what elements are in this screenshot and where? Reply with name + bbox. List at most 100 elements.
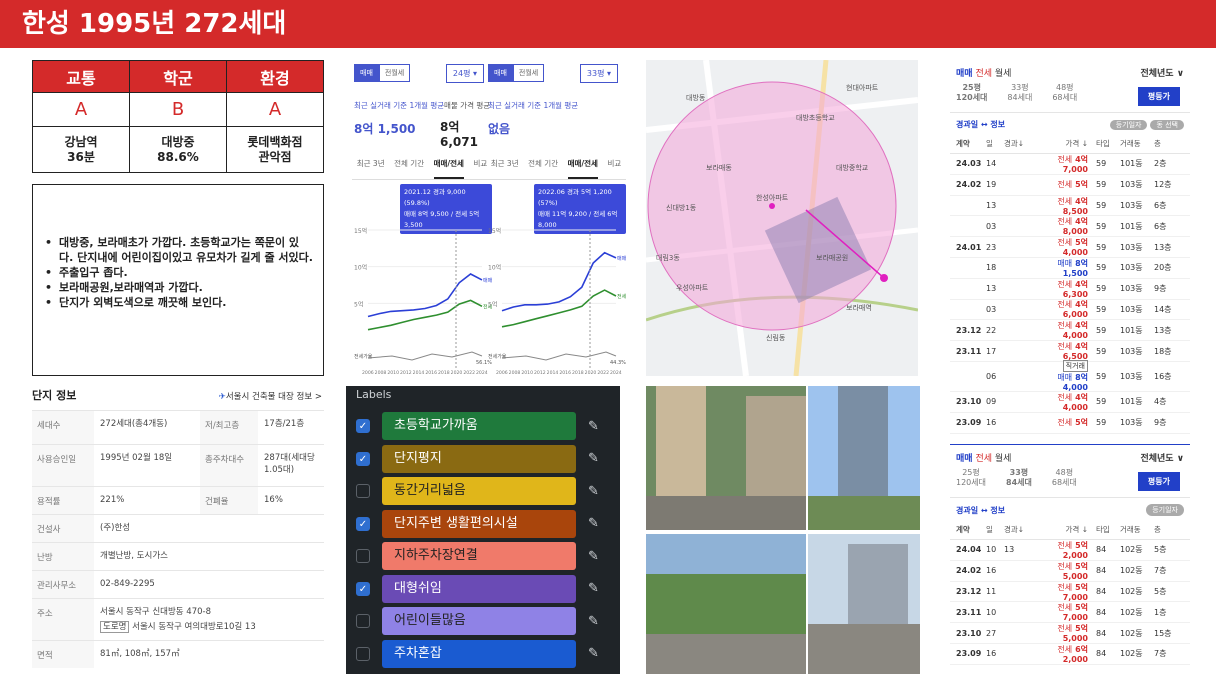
label-checkbox[interactable]: ✓ xyxy=(356,581,370,596)
label-checkbox[interactable] xyxy=(356,614,370,629)
table-row[interactable]: 03 전세 4억 6,000 59 103동 14층 xyxy=(950,300,1190,321)
tab-monthly[interactable]: 월세 xyxy=(995,69,1012,79)
edit-pencil-icon[interactable]: ✎ xyxy=(588,581,599,596)
col[interactable]: 일 xyxy=(986,138,1004,149)
year-select[interactable]: 전체년도 ∨ xyxy=(1140,66,1184,79)
label-checkbox[interactable]: ✓ xyxy=(356,451,370,466)
col[interactable]: 타입 xyxy=(1096,138,1120,149)
table-row[interactable]: 23.09 16 전세 5억 59 103동 9층 xyxy=(950,413,1190,434)
tab-monthly[interactable]: 월세 xyxy=(995,454,1012,464)
dong-select-pill[interactable]: 동 선택 xyxy=(1150,119,1184,130)
table-row[interactable]: 13 전세 4억 6,300 59 103동 9층 xyxy=(950,279,1190,300)
elapsed-toggle[interactable]: 경과일 ↔ 정보 xyxy=(956,119,1005,130)
table-row[interactable]: 24.02 16 전세 5억 5,000 84 102동 7층 xyxy=(950,561,1190,582)
map-place-label[interactable]: 대방초등학교 xyxy=(796,113,835,122)
label-checkbox[interactable]: ✓ xyxy=(356,516,370,531)
label-chip[interactable]: 초등학교가까움 xyxy=(382,412,576,441)
col[interactable]: 타입 xyxy=(1096,524,1120,535)
location-map[interactable]: 대방동 대방초등학교 대방중학교 신대방1동 보라매동 보라매공원 보라매역 신림동 한성아파트… xyxy=(646,60,918,376)
label-chip[interactable]: 어린이들많음 xyxy=(382,607,576,636)
size-tab[interactable]: 25평 120세대 xyxy=(956,83,997,103)
table-row[interactable]: 24.03 14 전세 4억 7,000 59 101동 2층 xyxy=(950,154,1190,175)
edit-pencil-icon[interactable]: ✎ xyxy=(588,549,599,564)
toggle-lease[interactable]: 전월세 xyxy=(378,64,411,82)
map-place-label[interactable]: 보라매공원 xyxy=(816,253,848,262)
edit-pencil-icon[interactable]: ✎ xyxy=(588,419,599,434)
col[interactable]: 가격 ↓ xyxy=(1032,138,1096,149)
elapsed-toggle[interactable]: 경과일 ↔ 정보 xyxy=(956,505,1005,516)
map-place-label[interactable]: 대방동 xyxy=(686,93,706,102)
building-register-link[interactable]: ✈서울시 건축물 대장 정보 > xyxy=(219,390,322,402)
table-row[interactable]: 13 전세 4억 8,500 59 103동 6층 xyxy=(950,196,1190,217)
label-chip[interactable]: 대형쉬임 xyxy=(382,574,576,603)
edit-pencil-icon[interactable]: ✎ xyxy=(588,614,599,629)
toggle-lease[interactable]: 전월세 xyxy=(512,64,545,82)
col[interactable]: 거래동 xyxy=(1120,524,1154,535)
table-row[interactable]: 23.10 09 전세 4억 4,000 59 101동 4층 xyxy=(950,392,1190,413)
map-place-label[interactable]: 대림3동 xyxy=(656,254,680,262)
edit-pencil-icon[interactable]: ✎ xyxy=(588,646,599,661)
table-row[interactable]: 18 매매 8억 1,500 59 103동 20층 xyxy=(950,258,1190,279)
col[interactable]: 일 xyxy=(986,524,1004,535)
tab[interactable]: 최근 3년 xyxy=(491,158,519,179)
col[interactable]: 가격 ↓ xyxy=(1032,524,1096,535)
map-place-label[interactable]: 대방중학교 xyxy=(836,163,869,172)
map-place-label[interactable]: 보라매동 xyxy=(706,163,732,172)
table-row[interactable]: 24.02 19 전세 5억 59 103동 12층 xyxy=(950,175,1190,196)
label-chip[interactable]: 동간거리넓음 xyxy=(382,477,576,506)
edit-pencil-icon[interactable]: ✎ xyxy=(588,484,599,499)
size-tab[interactable]: 33평 84세대 xyxy=(1006,468,1042,488)
col[interactable]: 경과↓ xyxy=(1004,524,1032,535)
year-select[interactable]: 전체년도 ∨ xyxy=(1140,451,1184,464)
tab[interactable]: 매매/전세 xyxy=(567,158,598,179)
tab-lease[interactable]: 전세 xyxy=(975,69,992,79)
label-checkbox[interactable] xyxy=(356,549,370,564)
col[interactable]: 계약 xyxy=(956,138,986,149)
table-row[interactable]: 06 직거래 매매 8억 4,000 59 103동 16층 xyxy=(950,360,1190,392)
tab[interactable]: 전체 기간 xyxy=(394,158,424,179)
table-row[interactable]: 23.09 16 전세 6억 2,000 84 102동 7층 xyxy=(950,644,1190,665)
toggle-sale[interactable]: 매매 xyxy=(488,64,513,82)
size-tab[interactable]: 25평 120세대 xyxy=(956,468,996,488)
table-row[interactable]: 23.10 27 전세 5억 5,000 84 102동 15층 xyxy=(950,623,1190,644)
size-tab[interactable]: 33평 84세대 xyxy=(1007,83,1042,103)
toggle-sale[interactable]: 매매 xyxy=(354,64,379,82)
table-row[interactable]: 24.04 10 13 전세 5억 2,000 84 102동 5층 xyxy=(950,540,1190,561)
edit-pencil-icon[interactable]: ✎ xyxy=(588,516,599,531)
map-place-label[interactable]: 신대방1동 xyxy=(666,203,697,212)
label-chip[interactable]: 지하주차장연결 xyxy=(382,542,576,571)
col[interactable]: 계약 xyxy=(956,524,986,535)
map-place-label[interactable]: 현대아파트 xyxy=(846,83,879,92)
col[interactable]: 층 xyxy=(1154,138,1176,149)
tab-sale[interactable]: 매매 xyxy=(956,69,973,79)
tab[interactable]: 최근 3년 xyxy=(357,158,385,179)
compare-button[interactable]: 평등가 xyxy=(1137,87,1180,106)
size-select[interactable]: 24평 ▾ xyxy=(445,64,484,83)
col[interactable]: 경과↓ xyxy=(1004,138,1032,149)
edit-pencil-icon[interactable]: ✎ xyxy=(588,451,599,466)
tab[interactable]: 전체 기간 xyxy=(528,158,558,179)
table-row[interactable]: 23.11 10 전세 5억 7,000 84 102동 1층 xyxy=(950,602,1190,624)
map-place-label[interactable]: 보라매역 xyxy=(846,303,872,312)
tab-lease[interactable]: 전세 xyxy=(975,454,992,464)
tab[interactable]: 매매/전세 xyxy=(433,158,464,179)
tab-sale[interactable]: 매매 xyxy=(956,454,973,464)
label-checkbox[interactable]: ✓ xyxy=(356,419,370,434)
col[interactable]: 층 xyxy=(1154,524,1176,535)
table-row[interactable]: 23.12 22 전세 4억 4,000 59 101동 13층 xyxy=(950,320,1190,342)
size-tab[interactable]: 48평 68세대 xyxy=(1052,83,1087,103)
label-chip[interactable]: 단지주변 생활편의시설 xyxy=(382,509,576,538)
size-tab[interactable]: 48평 68세대 xyxy=(1052,468,1087,488)
tab[interactable]: 비교 xyxy=(607,158,621,179)
label-chip[interactable]: 주차혼잡 xyxy=(382,639,576,668)
compare-button[interactable]: 평등가 xyxy=(1137,472,1180,491)
registry-date-pill[interactable]: 등기일자 xyxy=(1146,504,1184,516)
table-row[interactable]: 23.12 11 전세 5억 7,000 84 102동 5층 xyxy=(950,582,1190,603)
label-chip[interactable]: 단지평지 xyxy=(382,444,576,473)
table-row[interactable]: 03 전세 4억 8,000 59 101동 6층 xyxy=(950,216,1190,238)
map-place-label[interactable]: 우성아파트 xyxy=(676,283,709,292)
size-select[interactable]: 33평 ▾ xyxy=(579,64,618,83)
label-checkbox[interactable] xyxy=(356,484,370,499)
registry-date-pill[interactable]: 등기일자 xyxy=(1109,119,1148,130)
label-checkbox[interactable] xyxy=(356,646,370,661)
